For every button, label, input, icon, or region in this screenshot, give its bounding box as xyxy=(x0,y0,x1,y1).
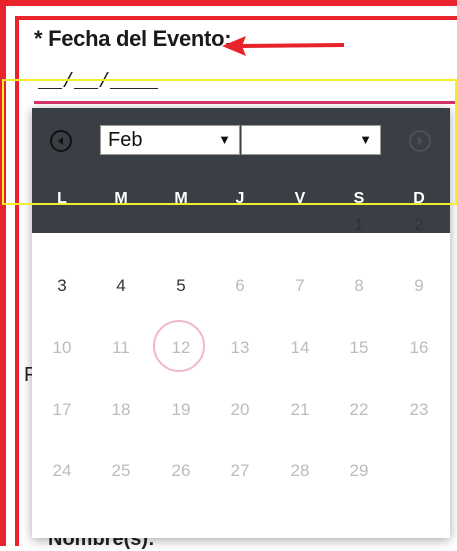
day-cell: 8 xyxy=(354,276,364,295)
day-cell[interactable]: 5 xyxy=(151,271,211,301)
day-cell: 16 xyxy=(409,338,429,357)
day-cell: 14 xyxy=(290,338,310,357)
day-cell[interactable]: 3 xyxy=(32,271,92,301)
day-cell[interactable]: 4 xyxy=(91,271,151,301)
day-grid: 1 2 3 4 5 6 7 8 9 10 11 12 13 14 15 16 17 18 19 20 21 22 23 24 2… xyxy=(32,215,450,538)
day-cell: 15 xyxy=(349,338,369,357)
annotation-arrow-icon xyxy=(222,36,345,56)
day-cell: 7 xyxy=(295,276,305,295)
day-cell: 23 xyxy=(409,400,429,419)
day-cell: 29 xyxy=(349,461,369,480)
day-cell: 10 xyxy=(52,338,72,357)
day-cell: 22 xyxy=(349,400,369,419)
day-cell: 9 xyxy=(414,276,424,295)
day-cell: 28 xyxy=(290,461,310,480)
day-cell: 17 xyxy=(52,400,72,419)
day-cell[interactable]: 2 xyxy=(389,210,449,240)
day-cell: 20 xyxy=(230,400,250,419)
day-cell: 27 xyxy=(230,461,250,480)
day-cell: 6 xyxy=(235,276,245,295)
day-cell: 24 xyxy=(52,461,72,480)
day-cell: 21 xyxy=(290,400,310,419)
day-cell: 26 xyxy=(171,461,191,480)
day-cell: 13 xyxy=(230,338,250,357)
day-cell[interactable]: 1 xyxy=(329,210,389,240)
day-cell: 18 xyxy=(111,400,131,419)
day-cell: 19 xyxy=(171,400,191,419)
date-field-label: * Fecha del Evento: xyxy=(34,26,232,51)
day-cell-today: 12 xyxy=(151,320,211,372)
annotation-highlight-box xyxy=(2,79,457,205)
day-cell: 25 xyxy=(111,461,131,480)
day-cell: 11 xyxy=(112,338,130,357)
